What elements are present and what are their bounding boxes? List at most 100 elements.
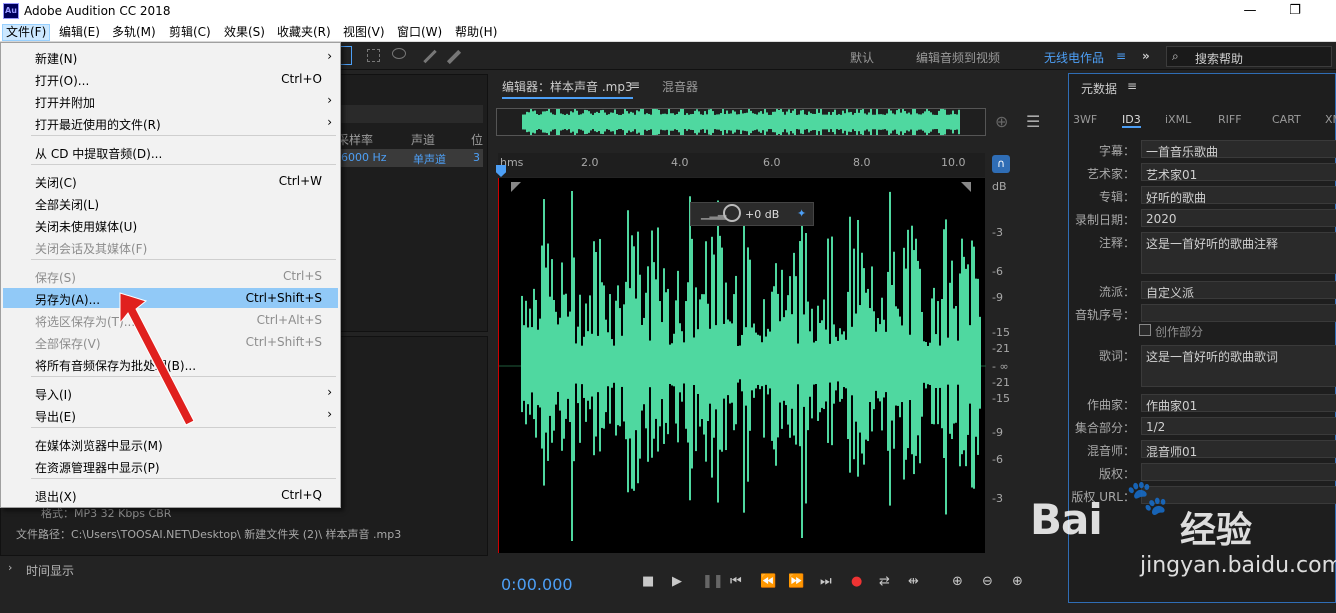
volume-hud[interactable]: ▁▂▃ +0 dB ✦ (690, 202, 814, 226)
overview-sample (912, 108, 914, 136)
waveform-sample (633, 246, 635, 491)
zoom-navigator-icon[interactable]: ⊕ (995, 112, 1008, 131)
marquee-tool-icon[interactable] (367, 49, 380, 62)
time-display-panel[interactable]: › 时间显示 (0, 558, 488, 580)
go-to-start-icon[interactable]: ⏮ (730, 574, 742, 589)
files-search-field[interactable] (331, 105, 483, 123)
pin-icon[interactable]: ✦ (797, 207, 806, 220)
metadata-tab[interactable]: 3WF (1073, 113, 1097, 126)
tab-editor[interactable]: 编辑器：样本声音 .mp3 (502, 78, 633, 99)
file-menu-item[interactable]: 退出(X) Ctrl+Q (3, 485, 338, 505)
column-sample-rate[interactable]: 采样率 (337, 131, 373, 148)
menu-effects[interactable]: 效果(S) (221, 24, 268, 41)
overview-sample (752, 113, 754, 131)
workspace-menu-icon[interactable]: ≡ (1116, 49, 1126, 63)
brush-tool-icon[interactable] (423, 49, 437, 64)
pause-icon[interactable]: ❚❚ (702, 574, 724, 589)
volume-knob-icon[interactable] (723, 204, 741, 222)
file-menu-item[interactable]: 关闭(C) Ctrl+W (3, 171, 338, 191)
file-menu-item[interactable]: 关闭未使用媒体(U) (3, 215, 338, 235)
file-row[interactable]: 6000 Hz 单声道 3 (331, 149, 483, 167)
tab-editor-menu-icon[interactable]: ≡ (630, 78, 640, 92)
menu-favorites[interactable]: 收藏夹(R) (274, 24, 334, 41)
waveform-sample (893, 251, 895, 449)
metadata-menu-icon[interactable]: ≡ (1127, 79, 1137, 93)
menu-help[interactable]: 帮助(H) (452, 24, 500, 41)
menu-multitrack[interactable]: 多轨(M) (109, 24, 159, 41)
file-menu-item[interactable]: 在媒体浏览器中显示(M) (3, 434, 338, 454)
time-selection-tool-icon[interactable] (340, 46, 352, 65)
search-help-input[interactable]: ⌕ 搜索帮助 (1166, 46, 1332, 67)
waveform-sample (603, 285, 605, 429)
column-channels[interactable]: 声道 (411, 131, 435, 148)
metadata-tab[interactable]: ID3 (1122, 113, 1141, 128)
file-menu-item[interactable]: 新建(N) › (3, 47, 338, 67)
panel-menu-icon[interactable]: ☰ (1026, 112, 1040, 131)
time-display-label: 时间显示 (26, 564, 75, 578)
metadata-tab[interactable]: iXML (1165, 113, 1191, 126)
menu-item-label: 新建(N) (35, 52, 78, 66)
metadata-field-input[interactable]: 艺术家01 (1141, 163, 1336, 182)
spot-healing-tool-icon[interactable] (446, 49, 462, 65)
menu-window[interactable]: 窗口(W) (394, 24, 445, 41)
file-menu-item[interactable]: 保存(S) Ctrl+S (3, 266, 338, 286)
file-menu-item[interactable]: 从 CD 中提取音频(D)... (3, 142, 338, 162)
time-ruler[interactable]: hms 2.0 4.0 6.0 8.0 10.0 (496, 153, 985, 177)
waveform-overview[interactable] (496, 106, 986, 138)
file-menu-item[interactable]: 打开(O)... Ctrl+O (3, 69, 338, 89)
loop-icon[interactable]: ⇄ (879, 574, 890, 589)
menu-item-label: 从 CD 中提取音频(D)... (35, 147, 163, 161)
metadata-field-input[interactable] (1141, 304, 1336, 322)
file-menu-item[interactable]: 打开最近使用的文件(R) › (3, 113, 338, 133)
menu-item-shortcut: Ctrl+W (278, 174, 322, 188)
menu-edit[interactable]: 编辑(E) (56, 24, 103, 41)
metadata-field-input[interactable]: 这是一首好听的歌曲注释 (1141, 232, 1336, 274)
file-menu-item[interactable]: 在资源管理器中显示(P) (3, 456, 338, 476)
metadata-field-input[interactable]: 自定义派 (1141, 281, 1336, 300)
metadata-tab[interactable]: RIFF (1218, 113, 1242, 126)
compilation-checkbox[interactable] (1139, 324, 1151, 336)
column-bits[interactable]: 位 (471, 131, 483, 148)
waveform-display[interactable] (498, 178, 986, 553)
workspace-radio-production[interactable]: 无线电作品 (1044, 49, 1104, 66)
menu-clip[interactable]: 剪辑(C) (166, 24, 214, 41)
metadata-field-input[interactable]: 2020 (1141, 209, 1336, 227)
metadata-field-input[interactable]: 混音师01 (1141, 440, 1336, 459)
zoom-in-time-icon[interactable]: ⊕ (1012, 574, 1023, 589)
zoom-in-amplitude-icon[interactable]: ⊕ (952, 574, 963, 589)
metadata-field-input[interactable]: 好听的歌曲 (1141, 186, 1336, 205)
overview-sample (628, 113, 630, 131)
metadata-field-input[interactable]: 1/2 (1141, 417, 1336, 435)
zoom-out-amplitude-icon[interactable]: ⊖ (982, 574, 993, 589)
metadata-field-input[interactable]: 这是一首好听的歌曲歌词 (1141, 345, 1336, 387)
overflow-chevron-icon[interactable]: » (1142, 49, 1150, 63)
playhead-icon[interactable] (496, 165, 506, 177)
metadata-tab[interactable]: CART (1272, 113, 1301, 126)
restore-button[interactable]: ❐ (1275, 0, 1315, 22)
skip-selection-icon[interactable]: ⇹ (908, 574, 919, 589)
file-menu-item[interactable]: 打开并附加 › (3, 91, 338, 111)
go-to-end-icon[interactable]: ⏭ (820, 574, 832, 589)
waveform-sample (805, 233, 807, 504)
tab-mixer[interactable]: 混音器 (662, 78, 698, 95)
metadata-field-input[interactable]: 作曲家01 (1141, 394, 1336, 413)
workspace-default[interactable]: 默认 (850, 49, 874, 66)
file-menu-item[interactable]: 关闭会话及其媒体(F) (3, 237, 338, 257)
menu-file[interactable]: 文件(F) (2, 24, 51, 41)
rewind-icon[interactable]: ⏪ (760, 574, 776, 589)
stop-icon[interactable]: ■ (642, 574, 654, 589)
file-menu-item[interactable]: 全部关闭(L) (3, 193, 338, 213)
workspace-edit-audio-to-video[interactable]: 编辑音频到视频 (916, 49, 1000, 66)
overview-sample (854, 112, 856, 132)
play-icon[interactable]: ▶ (672, 574, 682, 589)
minimize-button[interactable]: — (1230, 0, 1270, 22)
metadata-field-input[interactable]: 一首音乐歌曲 (1141, 140, 1336, 159)
record-icon[interactable]: ● (851, 574, 862, 589)
snap-magnet-icon[interactable]: ∩ (992, 155, 1010, 173)
metadata-tab[interactable]: XM (1325, 113, 1336, 126)
menu-view[interactable]: 视图(V) (340, 24, 388, 41)
lasso-tool-icon[interactable] (392, 48, 406, 59)
waveform-sample (911, 225, 913, 455)
fast-forward-icon[interactable]: ⏩ (788, 574, 804, 589)
waveform-sample (533, 288, 535, 420)
